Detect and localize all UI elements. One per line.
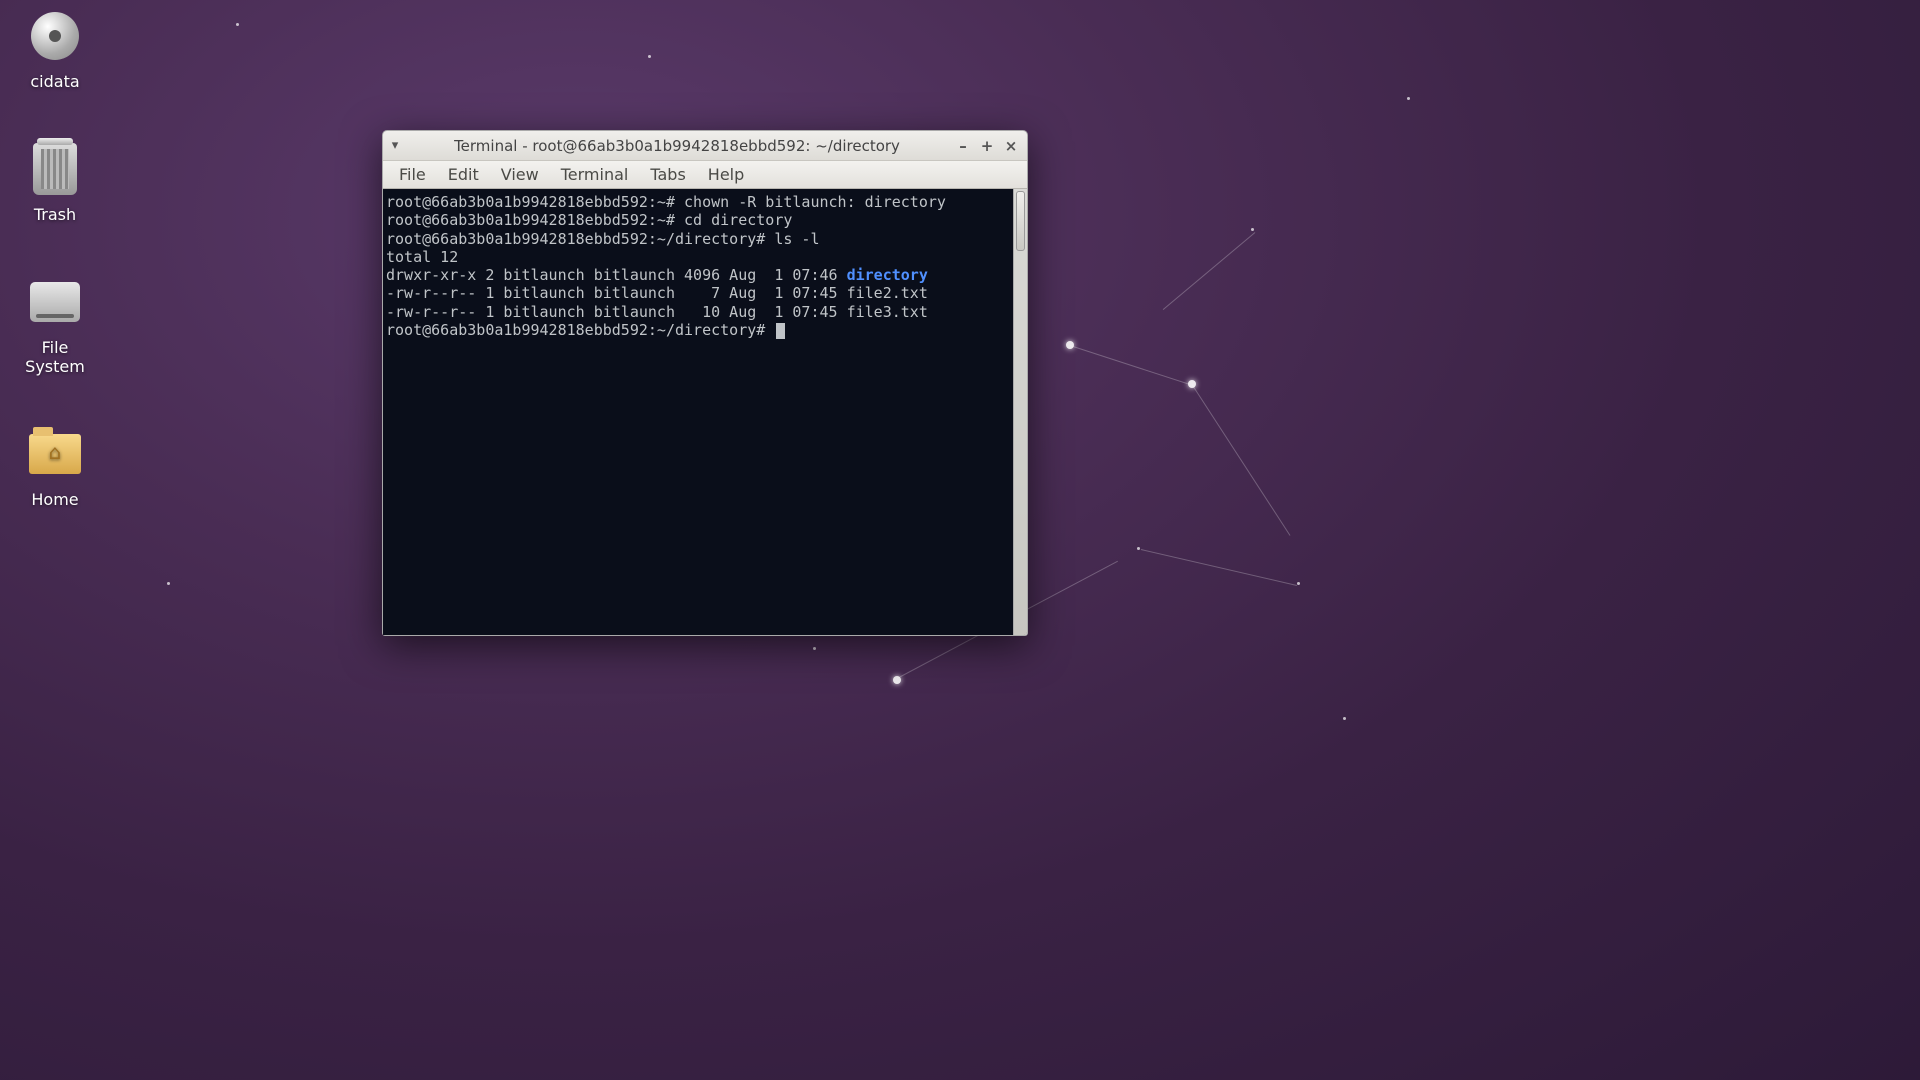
trash-icon: [27, 141, 83, 197]
minimize-button[interactable]: –: [955, 138, 971, 154]
desktop-icon-filesystem[interactable]: File System: [10, 274, 100, 376]
desktop-icon-trash[interactable]: Trash: [10, 141, 100, 224]
terminal-output[interactable]: root@66ab3b0a1b9942818ebbd592:~# chown -…: [383, 189, 1013, 635]
icon-label: Home: [10, 490, 100, 509]
terminal-window: ▾ Terminal - root@66ab3b0a1b9942818ebbd5…: [382, 130, 1028, 636]
menu-help[interactable]: Help: [698, 162, 754, 187]
window-controls: – + ×: [947, 138, 1027, 154]
window-title: Terminal - root@66ab3b0a1b9942818ebbd592…: [407, 137, 947, 155]
icon-label: cidata: [10, 72, 100, 91]
desktop-icon-home[interactable]: Home: [10, 426, 100, 509]
window-menu-icon[interactable]: ▾: [383, 138, 407, 153]
scrollbar-thumb[interactable]: [1016, 191, 1025, 251]
menu-file[interactable]: File: [389, 162, 436, 187]
maximize-button[interactable]: +: [979, 138, 995, 154]
close-button[interactable]: ×: [1003, 138, 1019, 154]
icon-label: Trash: [10, 205, 100, 224]
desktop-icons: cidata Trash File System Home: [10, 8, 100, 559]
scrollbar[interactable]: [1013, 189, 1027, 635]
desktop-icon-cidata[interactable]: cidata: [10, 8, 100, 91]
window-titlebar[interactable]: ▾ Terminal - root@66ab3b0a1b9942818ebbd5…: [383, 131, 1027, 161]
drive-icon: [27, 274, 83, 330]
home-folder-icon: [27, 426, 83, 482]
icon-label: File System: [10, 338, 100, 376]
menu-tabs[interactable]: Tabs: [640, 162, 695, 187]
disc-icon: [27, 8, 83, 64]
menu-edit[interactable]: Edit: [438, 162, 489, 187]
menu-terminal[interactable]: Terminal: [551, 162, 639, 187]
menu-view[interactable]: View: [491, 162, 549, 187]
menubar: File Edit View Terminal Tabs Help: [383, 161, 1027, 189]
